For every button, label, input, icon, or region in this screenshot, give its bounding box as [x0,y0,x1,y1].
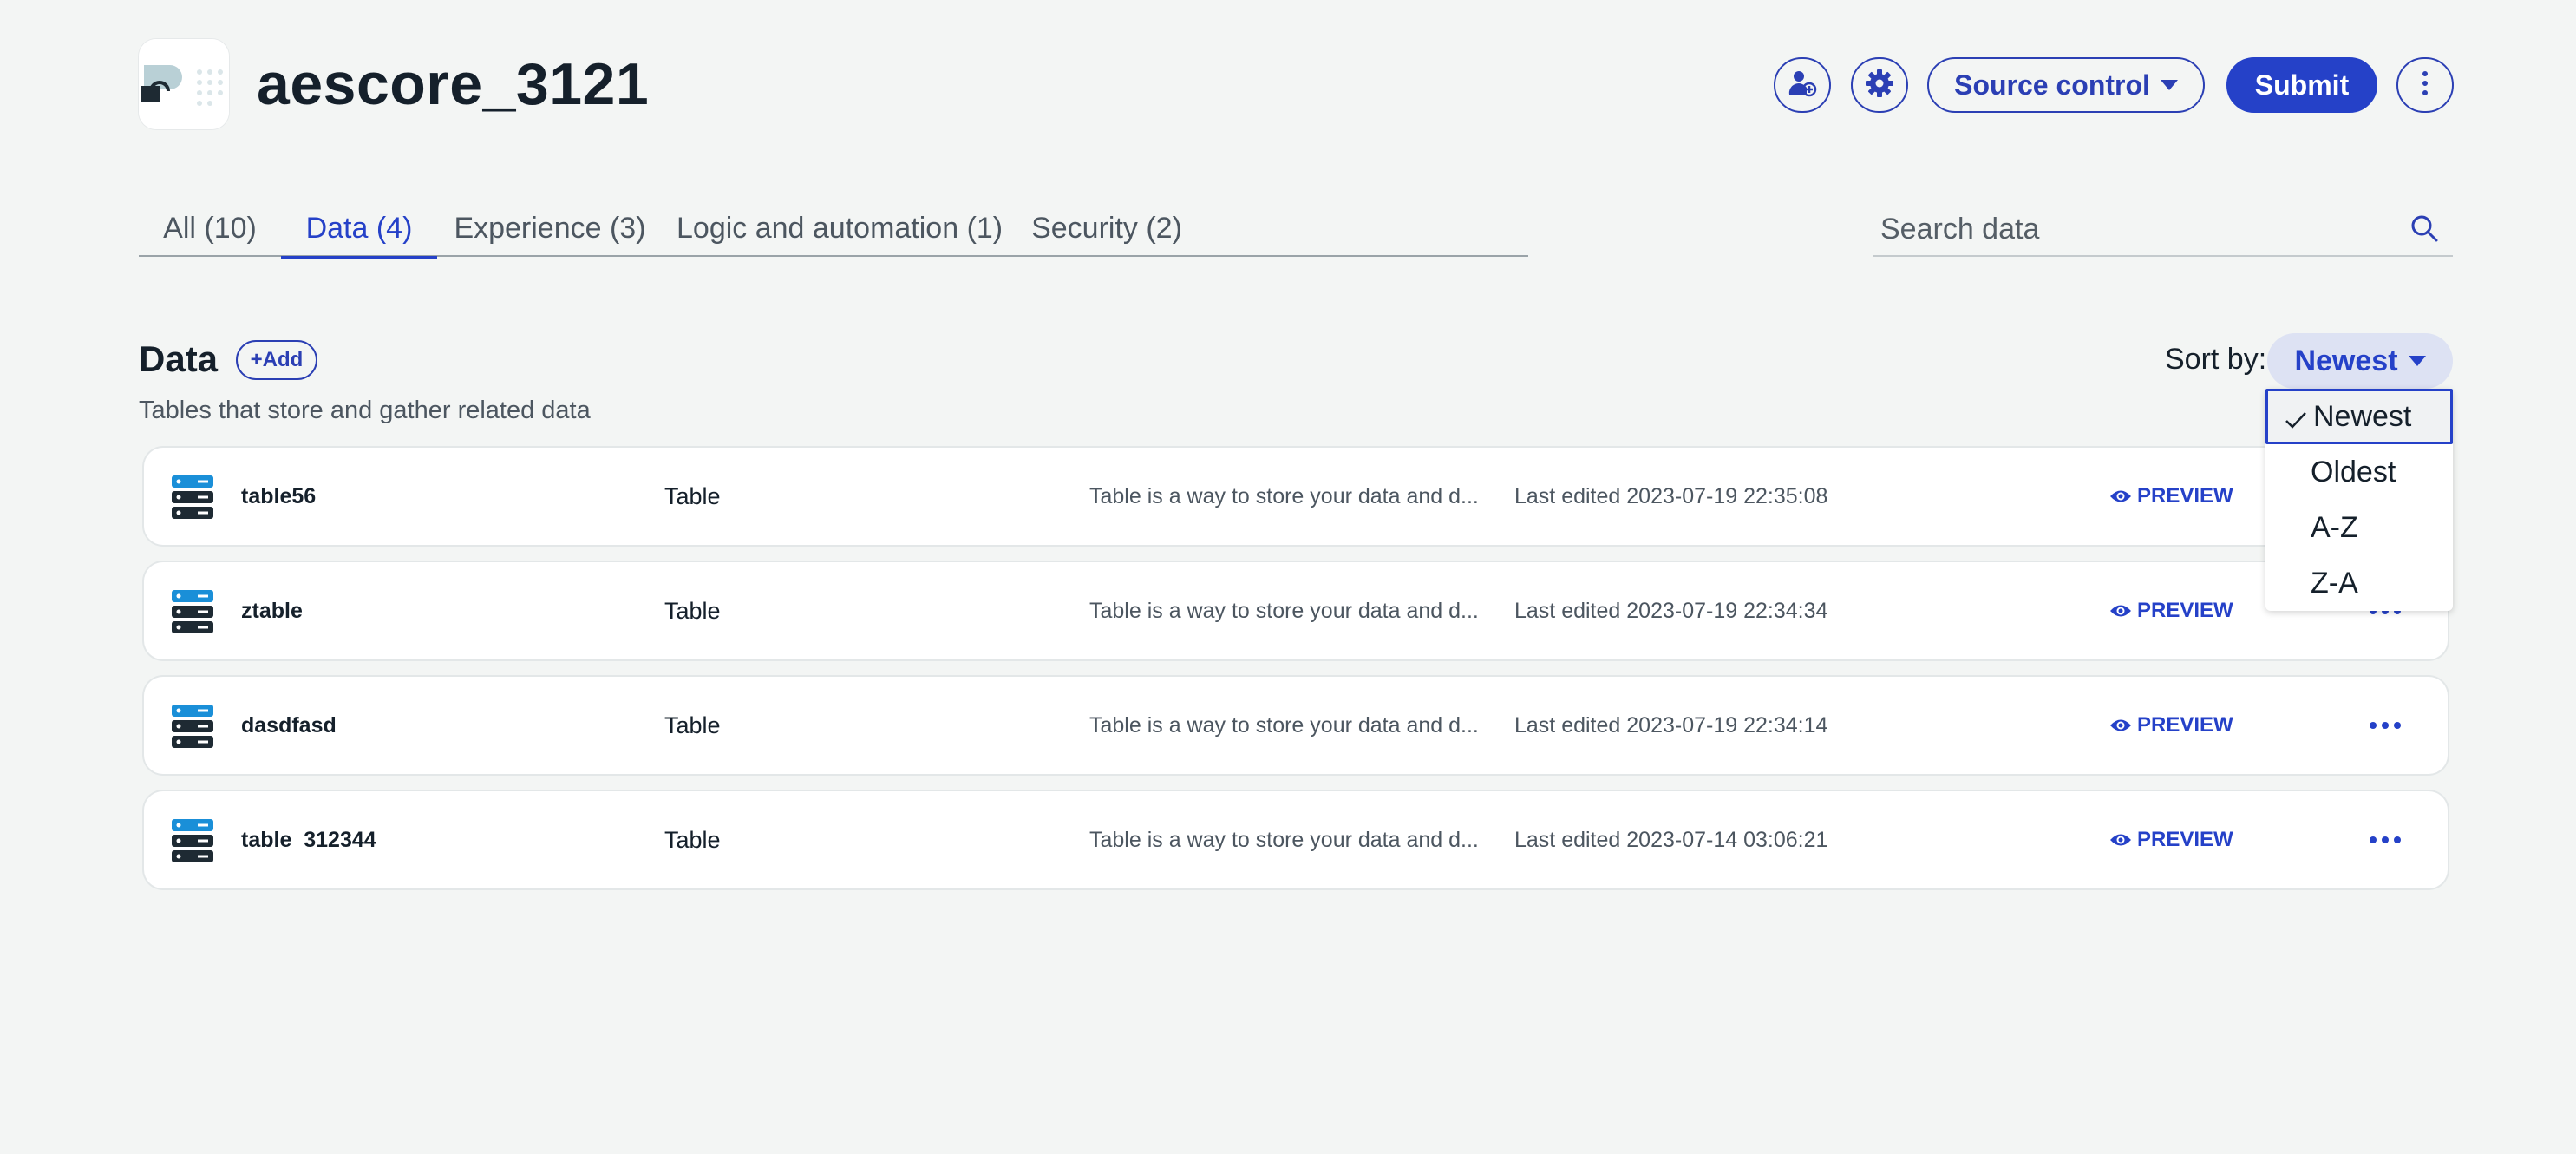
tab-logic-and-automation[interactable]: Logic and automation (1) [677,200,1003,257]
row-more-icon[interactable] [2364,711,2406,739]
table-row[interactable]: dasdfasd Table Table is a way to store y… [144,677,2448,774]
sort-value: Newest [2294,344,2398,377]
preview-button[interactable]: PREVIEW [2109,562,2233,659]
table-row[interactable]: table_312344 Table Table is a way to sto… [144,791,2448,888]
row-last-edited: Last edited 2023-07-19 22:34:14 [1514,713,1828,738]
eye-icon [2110,719,2131,731]
table-row[interactable]: ztable Table Table is a way to store you… [144,562,2448,659]
row-description: Table is a way to store your data and d.… [1089,599,1479,623]
row-description: Table is a way to store your data and d.… [1089,484,1479,508]
more-vertical-icon [2421,70,2429,101]
eye-icon [2110,490,2131,502]
sort-option-label: Oldest [2311,455,2396,488]
tab-experience[interactable]: Experience (3) [437,200,663,257]
preview-button[interactable]: PREVIEW [2109,448,2233,545]
gear-icon [1865,69,1894,102]
sort-option-z-a[interactable]: Z-A [2265,555,2453,611]
section-subtitle: Tables that store and gather related dat… [139,397,591,424]
preview-button[interactable]: PREVIEW [2109,791,2233,888]
tab-bar: All (10) Data (4) Experience (3) Logic a… [139,200,1528,259]
search-box [1873,200,2453,257]
row-last-edited: Last edited 2023-07-19 22:35:08 [1514,484,1828,508]
source-control-button[interactable]: Source control [1927,57,2205,113]
row-last-edited: Last edited 2023-07-19 22:34:34 [1514,599,1828,623]
database-table-icon [172,819,213,862]
row-more-icon[interactable] [2364,826,2406,854]
eye-icon [2110,605,2131,617]
sort-option-oldest[interactable]: Oldest [2265,444,2453,500]
preview-label: PREVIEW [2137,713,2233,737]
settings-button[interactable] [1851,57,1908,113]
row-last-edited: Last edited 2023-07-14 03:06:21 [1514,828,1828,852]
caret-down-icon [2160,80,2178,90]
row-name[interactable]: ztable [241,562,303,659]
sort-label: Sort by: [2165,343,2267,376]
source-control-label: Source control [1954,69,2150,101]
add-user-button[interactable] [1774,57,1831,113]
preview-label: PREVIEW [2137,484,2233,508]
sort-dropdown-menu: Newest Oldest A-Z Z-A [2265,389,2453,611]
app-logo-icon [139,39,229,129]
submit-button[interactable]: Submit [2226,57,2377,113]
search-input[interactable] [1880,210,2383,248]
more-options-button[interactable] [2396,57,2454,113]
row-name[interactable]: dasdfasd [241,677,337,774]
preview-label: PREVIEW [2137,599,2233,622]
app-title: aescore_3121 [257,51,650,117]
row-type: Table [664,712,721,738]
row-description: Table is a way to store your data and d.… [1089,828,1479,852]
caret-down-icon [2408,356,2426,366]
database-table-icon [172,705,213,748]
database-table-icon [172,590,213,633]
row-description: Table is a way to store your data and d.… [1089,713,1479,738]
sort-option-label: Newest [2313,399,2412,433]
row-type: Table [664,483,721,509]
tab-all[interactable]: All (10) [139,200,281,257]
sort-option-a-z[interactable]: A-Z [2265,500,2453,555]
eye-icon [2110,834,2131,846]
checkmark-icon [2285,412,2306,429]
add-button[interactable]: +Add [236,340,317,380]
row-name[interactable]: table56 [241,448,316,545]
row-type: Table [664,827,721,853]
sort-option-label: Z-A [2311,566,2358,600]
search-icon[interactable] [2409,213,2439,243]
database-table-icon [172,475,213,519]
preview-button[interactable]: PREVIEW [2109,677,2233,774]
row-type: Table [664,598,721,624]
add-user-icon [1788,69,1817,102]
preview-label: PREVIEW [2137,828,2233,851]
tab-security[interactable]: Security (2) [1017,200,1197,257]
section-title: Data [139,338,219,379]
sort-option-newest[interactable]: Newest [2265,389,2453,444]
table-row[interactable]: table56 Table Table is a way to store yo… [144,448,2448,545]
sort-dropdown-button[interactable]: Newest [2267,333,2453,389]
sort-option-label: A-Z [2311,510,2358,544]
tab-data[interactable]: Data (4) [281,200,437,259]
row-name[interactable]: table_312344 [241,791,376,888]
